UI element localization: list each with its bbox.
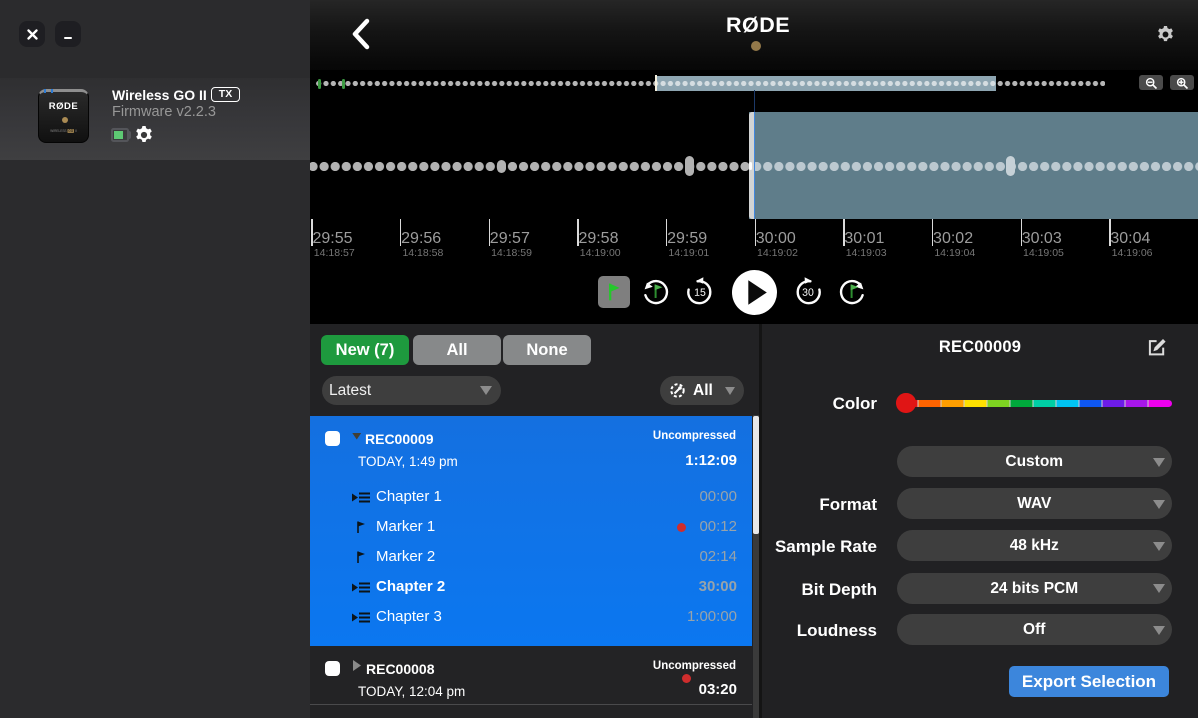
svg-text:15: 15	[694, 287, 706, 299]
svg-text:30: 30	[802, 287, 814, 299]
